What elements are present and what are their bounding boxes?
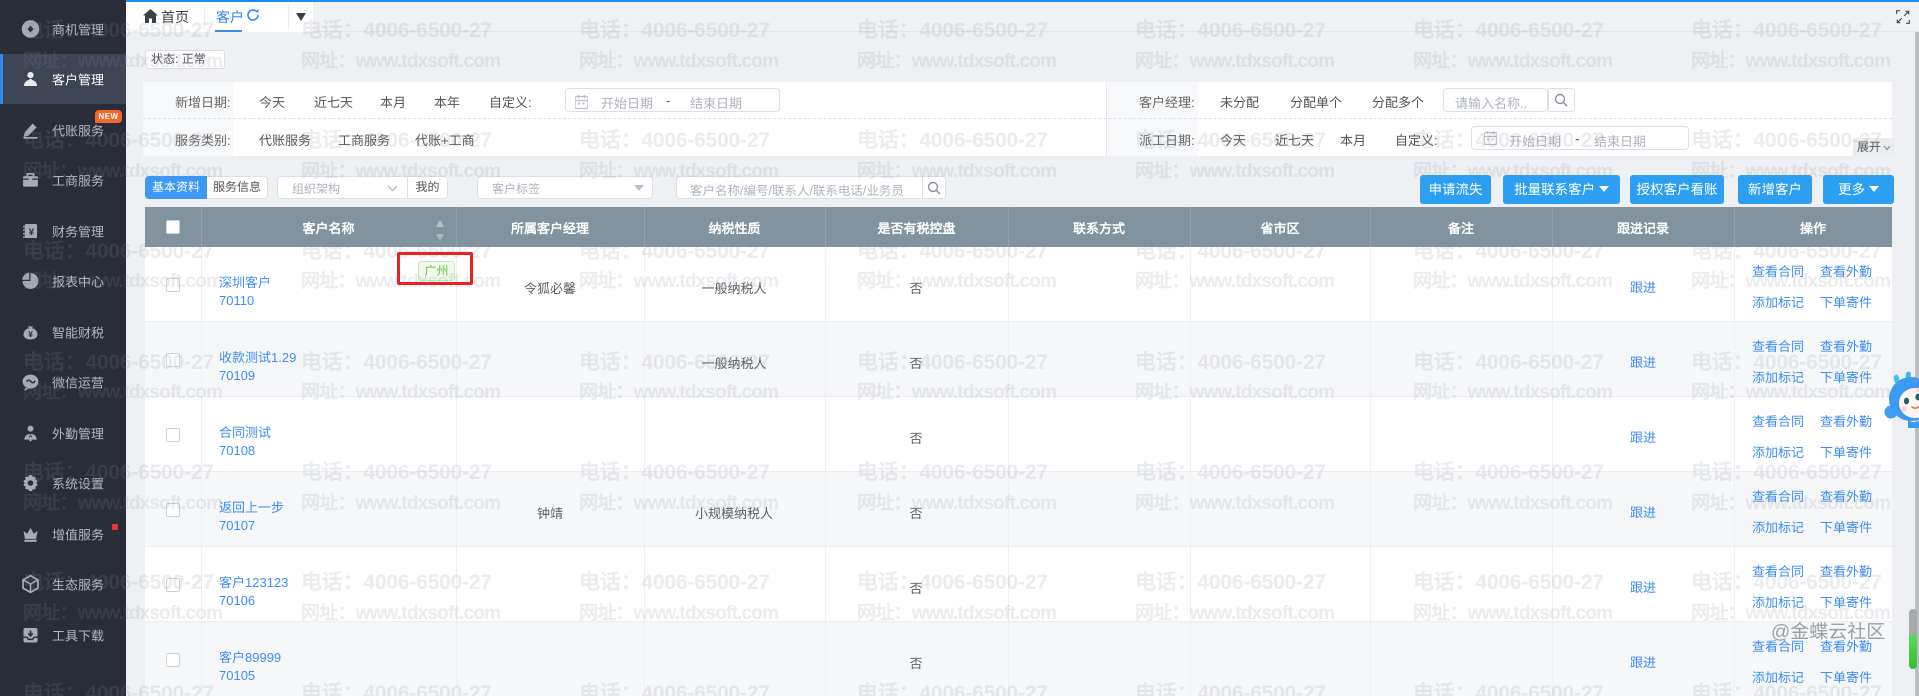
- svg-text:¥: ¥: [29, 226, 35, 237]
- svg-text:¥: ¥: [28, 328, 33, 338]
